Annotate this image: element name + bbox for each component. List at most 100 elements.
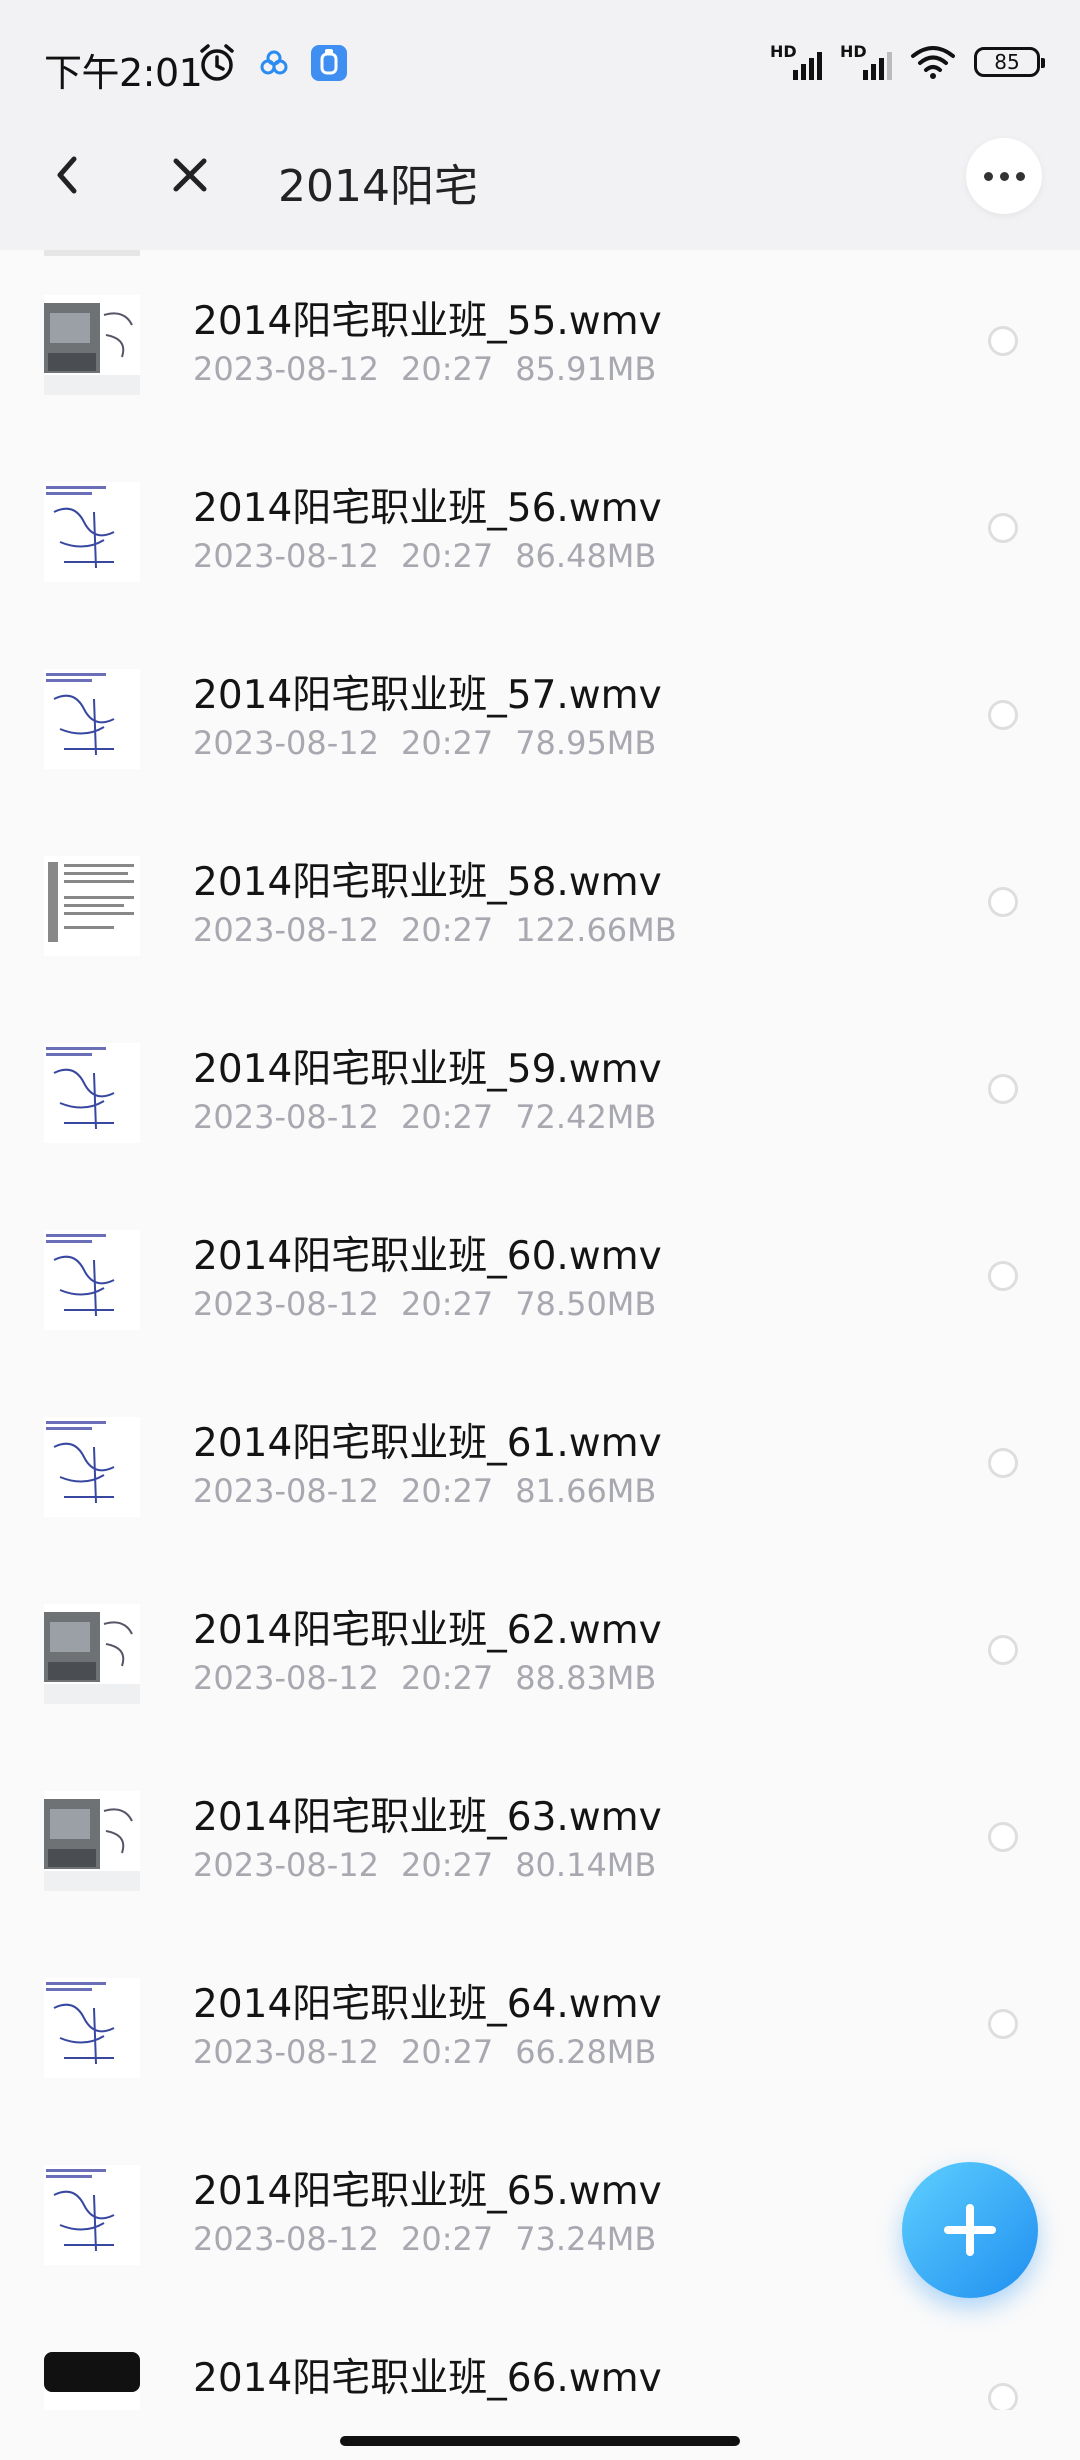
file-date: 2023-08-12 bbox=[193, 911, 379, 949]
select-radio[interactable] bbox=[988, 1261, 1018, 1291]
back-button[interactable] bbox=[40, 145, 96, 205]
file-time: 20:27 bbox=[400, 724, 494, 762]
file-date: 2023-08-12 bbox=[193, 2033, 379, 2071]
select-radio[interactable] bbox=[988, 887, 1018, 917]
file-row[interactable]: 2014阳宅职业班_61.wmv 2023-08-12 20:27 81.66MB bbox=[0, 1372, 1080, 1559]
file-row[interactable]: 2014阳宅职业班_55.wmv 2023-08-12 20:27 85.91MB bbox=[0, 250, 1080, 437]
cloud-app-icon bbox=[260, 50, 288, 75]
file-thumbnail bbox=[44, 856, 140, 956]
file-meta: 2023-08-12 20:27 78.95MB bbox=[193, 724, 678, 762]
video-thumbnail-icon bbox=[44, 295, 140, 395]
file-row[interactable]: 2014阳宅职业班_59.wmv 2023-08-12 20:27 72.42MB bbox=[0, 998, 1080, 1185]
file-name: 2014阳宅职业班_65.wmv bbox=[193, 2169, 662, 2214]
file-meta: 2023-08-12 20:27 66.28MB bbox=[193, 2033, 678, 2071]
file-thumbnail bbox=[44, 1791, 140, 1891]
file-thumbnail bbox=[44, 482, 140, 582]
file-thumbnail bbox=[44, 2165, 140, 2265]
video-thumbnail-icon bbox=[44, 2352, 140, 2410]
close-icon bbox=[173, 158, 207, 192]
add-button[interactable] bbox=[902, 2162, 1038, 2298]
status-time: 下午2:01 bbox=[44, 51, 203, 95]
select-radio[interactable] bbox=[988, 2383, 1018, 2410]
file-row[interactable]: 2014阳宅职业班_58.wmv 2023-08-12 20:27 122.66MB bbox=[0, 811, 1080, 998]
file-time: 20:27 bbox=[400, 2033, 494, 2071]
file-row[interactable]: 2014阳宅职业班_60.wmv 2023-08-12 20:27 78.50MB bbox=[0, 1185, 1080, 1372]
select-radio[interactable] bbox=[988, 1448, 1018, 1478]
file-name: 2014阳宅职业班_62.wmv bbox=[193, 1608, 662, 1653]
more-options-button[interactable] bbox=[966, 138, 1042, 214]
blue-app-icon bbox=[311, 45, 347, 81]
file-meta: 2023-08-12 20:27 85.91MB bbox=[193, 350, 678, 388]
select-radio[interactable] bbox=[988, 1074, 1018, 1104]
video-thumbnail-icon bbox=[44, 1978, 140, 2078]
video-thumbnail-icon bbox=[44, 482, 140, 582]
file-meta: 2023-08-12 20:27 88.83MB bbox=[193, 1659, 678, 1697]
file-row[interactable]: 2014阳宅职业班_63.wmv 2023-08-12 20:27 80.14MB bbox=[0, 1746, 1080, 1933]
file-time: 20:27 bbox=[400, 1846, 494, 1884]
select-radio[interactable] bbox=[988, 2009, 1018, 2039]
file-thumbnail bbox=[44, 1043, 140, 1143]
file-size: 72.42MB bbox=[515, 1098, 657, 1136]
file-date: 2023-08-12 bbox=[193, 1472, 379, 1510]
chevron-left-icon bbox=[57, 156, 77, 194]
status-right-icons: HD HD 85 bbox=[770, 42, 1045, 80]
file-name: 2014阳宅职业班_63.wmv bbox=[193, 1795, 662, 1840]
file-time: 20:27 bbox=[400, 537, 494, 575]
file-time: 20:27 bbox=[400, 2220, 494, 2258]
file-date: 2023-08-12 bbox=[193, 1659, 379, 1697]
file-date: 2023-08-12 bbox=[193, 1098, 379, 1136]
video-thumbnail-icon bbox=[44, 1604, 140, 1704]
file-meta: 2023-08-12 20:27 81.66MB bbox=[193, 1472, 678, 1510]
file-row[interactable]: 2014阳宅职业班_56.wmv 2023-08-12 20:27 86.48MB bbox=[0, 437, 1080, 624]
close-button[interactable] bbox=[160, 145, 220, 205]
file-size: 78.50MB bbox=[515, 1285, 657, 1323]
video-thumbnail-icon bbox=[44, 1791, 140, 1891]
file-meta: 2023-08-12 20:27 80.14MB bbox=[193, 1846, 678, 1884]
file-size: 86.48MB bbox=[515, 537, 657, 575]
file-name: 2014阳宅职业班_66.wmv bbox=[193, 2356, 662, 2401]
file-name: 2014阳宅职业班_59.wmv bbox=[193, 1047, 662, 1092]
alarm-icon bbox=[200, 44, 234, 81]
file-date: 2023-08-12 bbox=[193, 537, 379, 575]
file-thumbnail bbox=[44, 669, 140, 769]
file-time: 20:27 bbox=[400, 1472, 494, 1510]
status-app-icons bbox=[196, 42, 348, 84]
file-name: 2014阳宅职业班_60.wmv bbox=[193, 1234, 662, 1279]
home-indicator[interactable] bbox=[340, 2436, 740, 2446]
file-meta: 2023-08-12 20:27 86.48MB bbox=[193, 537, 678, 575]
file-list[interactable]: 2014阳宅职业班_55.wmv 2023-08-12 20:27 85.91MB 20… bbox=[0, 250, 1080, 2410]
file-row[interactable]: 2014阳宅职业班_66.wmv bbox=[0, 2307, 1080, 2410]
more-dots-icon bbox=[983, 171, 993, 181]
file-thumbnail bbox=[44, 1417, 140, 1517]
file-name: 2014阳宅职业班_61.wmv bbox=[193, 1421, 662, 1466]
select-radio[interactable] bbox=[988, 1635, 1018, 1665]
select-radio[interactable] bbox=[988, 1822, 1018, 1852]
file-meta: 2023-08-12 20:27 78.50MB bbox=[193, 1285, 678, 1323]
video-thumbnail-icon bbox=[44, 1043, 140, 1143]
wifi-icon bbox=[911, 46, 955, 79]
file-thumbnail bbox=[44, 2352, 140, 2410]
file-size: 78.95MB bbox=[515, 724, 657, 762]
select-radio[interactable] bbox=[988, 326, 1018, 356]
select-radio[interactable] bbox=[988, 513, 1018, 543]
file-row[interactable]: 2014阳宅职业班_64.wmv 2023-08-12 20:27 66.28MB bbox=[0, 1933, 1080, 2120]
file-meta: 2023-08-12 20:27 72.42MB bbox=[193, 1098, 678, 1136]
file-date: 2023-08-12 bbox=[193, 350, 379, 388]
signal-icon: HD bbox=[770, 42, 822, 80]
page-title: 2014阳宅 bbox=[278, 161, 478, 212]
video-thumbnail-icon bbox=[44, 1230, 140, 1330]
file-row[interactable]: 2014阳宅职业班_57.wmv 2023-08-12 20:27 78.95MB bbox=[0, 624, 1080, 811]
signal-icon: HD bbox=[840, 42, 892, 80]
file-name: 2014阳宅职业班_64.wmv bbox=[193, 1982, 662, 2027]
video-thumbnail-icon bbox=[44, 856, 140, 956]
file-time: 20:27 bbox=[400, 350, 494, 388]
status-bar: 下午2:01 HD HD 85 bbox=[0, 0, 1080, 100]
file-row[interactable]: 2014阳宅职业班_62.wmv 2023-08-12 20:27 88.83MB bbox=[0, 1559, 1080, 1746]
file-time: 20:27 bbox=[400, 1285, 494, 1323]
select-radio[interactable] bbox=[988, 700, 1018, 730]
file-meta: 2023-08-12 20:27 122.66MB bbox=[193, 911, 699, 949]
file-date: 2023-08-12 bbox=[193, 724, 379, 762]
file-size: 81.66MB bbox=[515, 1472, 657, 1510]
file-size: 66.28MB bbox=[515, 2033, 657, 2071]
video-thumbnail-icon bbox=[44, 2165, 140, 2265]
